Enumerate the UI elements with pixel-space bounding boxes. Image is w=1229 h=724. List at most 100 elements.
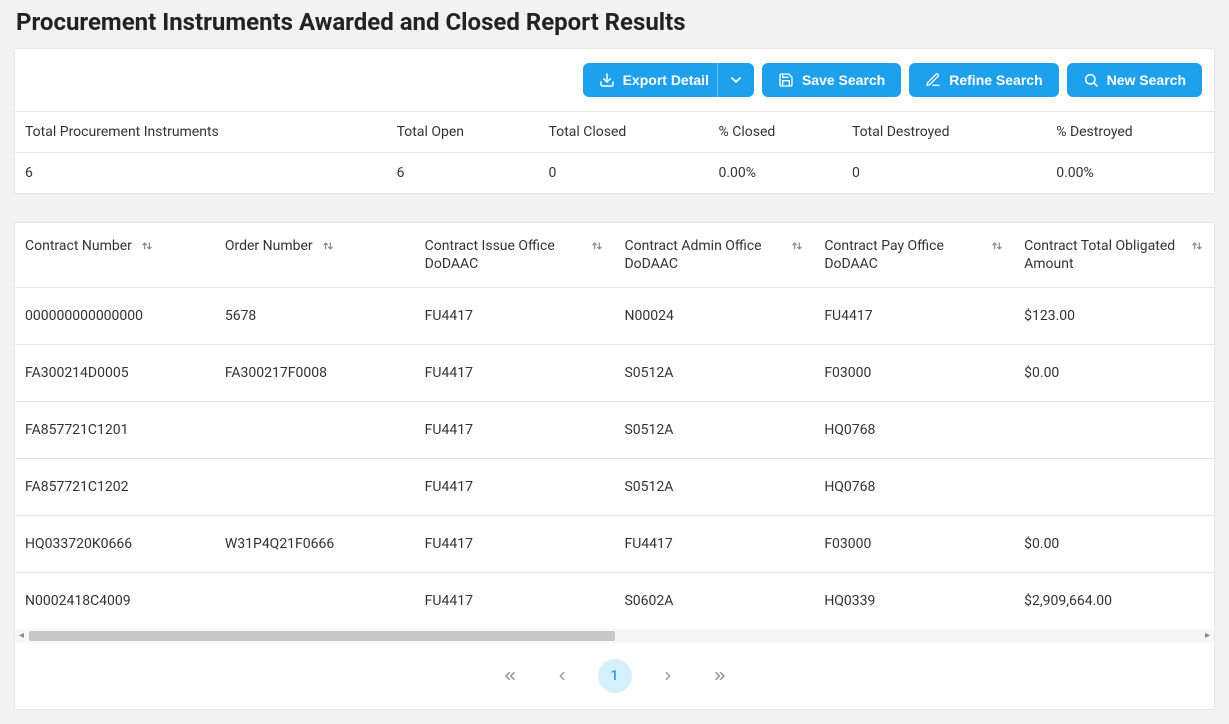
summary-value-total-destroyed: 0	[842, 153, 1046, 194]
table-row[interactable]: FA857721C1201 FU4417S0512AHQ0768	[15, 402, 1214, 459]
page-prev-button[interactable]	[546, 660, 578, 692]
page-title: Procurement Instruments Awarded and Clos…	[14, 8, 1215, 36]
cell-issue-office: FU4417	[415, 345, 615, 402]
summary-header-pct-destroyed: % Destroyed	[1046, 112, 1214, 153]
col-header-admin-office[interactable]: Contract Admin Office DoDAAC	[614, 223, 814, 288]
scroll-left-icon: ◂	[19, 631, 27, 641]
new-search-label: New Search	[1107, 72, 1186, 88]
cell-pay-office: F03000	[814, 516, 1014, 573]
save-search-label: Save Search	[802, 72, 885, 88]
col-header-order-number[interactable]: Order Number	[215, 223, 415, 288]
col-header-contract-number[interactable]: Contract Number	[15, 223, 215, 288]
cell-issue-office: FU4417	[415, 516, 615, 573]
col-header-order-number-label: Order Number	[225, 237, 313, 255]
cell-order-number	[215, 402, 415, 459]
summary-value-pct-destroyed: 0.00%	[1046, 153, 1214, 194]
cell-total-obligated	[1014, 459, 1214, 516]
cell-contract-number: FA857721C1202	[15, 459, 215, 516]
cell-order-number	[215, 459, 415, 516]
summary-header-total-instruments: Total Procurement Instruments	[15, 112, 387, 153]
sort-icon	[790, 239, 804, 253]
col-header-contract-number-label: Contract Number	[25, 237, 132, 255]
new-search-button[interactable]: New Search	[1067, 63, 1202, 97]
cell-pay-office: FU4417	[814, 288, 1014, 345]
horizontal-scrollbar[interactable]: ◂ ▸	[15, 629, 1214, 643]
summary-header-pct-closed: % Closed	[709, 112, 842, 153]
summary-header-total-closed: Total Closed	[539, 112, 709, 153]
summary-value-pct-closed: 0.00%	[709, 153, 842, 194]
cell-issue-office: FU4417	[415, 402, 615, 459]
cell-issue-office: FU4417	[415, 459, 615, 516]
cell-total-obligated	[1014, 402, 1214, 459]
cell-pay-office: HQ0339	[814, 573, 1014, 630]
cell-admin-office: S0602A	[614, 573, 814, 630]
cell-order-number: FA300217F0008	[215, 345, 415, 402]
cell-total-obligated: $2,909,664.00	[1014, 573, 1214, 630]
col-header-total-obligated[interactable]: Contract Total Obligated Amount	[1014, 223, 1214, 288]
summary-row: 6 6 0 0.00% 0 0.00%	[15, 153, 1214, 194]
cell-issue-office: FU4417	[415, 288, 615, 345]
refine-search-button[interactable]: Refine Search	[909, 63, 1058, 97]
table-row[interactable]: 0000000000000005678FU4417N00024FU4417$12…	[15, 288, 1214, 345]
sort-icon	[1190, 239, 1204, 253]
col-header-admin-office-label: Contract Admin Office DoDAAC	[624, 237, 782, 273]
download-icon	[599, 72, 615, 88]
save-icon	[778, 72, 794, 88]
col-header-pay-office[interactable]: Contract Pay Office DoDAAC	[814, 223, 1014, 288]
page-last-button[interactable]	[704, 660, 736, 692]
col-header-issue-office[interactable]: Contract Issue Office DoDAAC	[415, 223, 615, 288]
cell-pay-office: F03000	[814, 345, 1014, 402]
cell-admin-office: N00024	[614, 288, 814, 345]
sort-icon	[140, 239, 154, 253]
scrollbar-thumb[interactable]	[29, 631, 615, 641]
refine-search-label: Refine Search	[949, 72, 1042, 88]
cell-pay-office: HQ0768	[814, 402, 1014, 459]
cell-contract-number: 000000000000000	[15, 288, 215, 345]
cell-admin-office: FU4417	[614, 516, 814, 573]
save-search-button[interactable]: Save Search	[762, 63, 901, 97]
export-detail-label: Export Detail	[623, 72, 709, 88]
chevron-down-icon	[728, 72, 744, 88]
cell-order-number: 5678	[215, 288, 415, 345]
col-header-issue-office-label: Contract Issue Office DoDAAC	[425, 237, 583, 273]
results-table: Contract Number Order Number	[15, 223, 1214, 629]
cell-contract-number: FA300214D0005	[15, 345, 215, 402]
page-next-button[interactable]	[652, 660, 684, 692]
page-current[interactable]: 1	[598, 659, 632, 693]
table-row[interactable]: FA857721C1202 FU4417S0512AHQ0768	[15, 459, 1214, 516]
cell-total-obligated: $123.00	[1014, 288, 1214, 345]
table-row[interactable]: N0002418C4009FU4417S0602AHQ0339$2,909,66…	[15, 573, 1214, 630]
cell-admin-office: S0512A	[614, 459, 814, 516]
cell-pay-office: HQ0768	[814, 459, 1014, 516]
export-detail-dropdown-button[interactable]	[717, 63, 754, 97]
col-header-total-obligated-label: Contract Total Obligated Amount	[1024, 237, 1182, 273]
summary-value-total-open: 6	[387, 153, 539, 194]
export-detail-button[interactable]: Export Detail	[583, 63, 725, 97]
cell-order-number	[215, 573, 415, 630]
sort-icon	[321, 239, 335, 253]
toolbar: Export Detail	[15, 49, 1214, 111]
cell-admin-office: S0512A	[614, 345, 814, 402]
summary-header-total-destroyed: Total Destroyed	[842, 112, 1046, 153]
search-icon	[1083, 72, 1099, 88]
summary-value-total-closed: 0	[539, 153, 709, 194]
scroll-right-icon: ▸	[1202, 631, 1210, 641]
cell-total-obligated: $0.00	[1014, 345, 1214, 402]
refine-icon	[925, 72, 941, 88]
cell-admin-office: S0512A	[614, 402, 814, 459]
table-row[interactable]: FA300214D0005FA300217F0008FU4417S0512AF0…	[15, 345, 1214, 402]
sort-icon	[990, 239, 1004, 253]
pagination: 1	[15, 643, 1214, 709]
cell-contract-number: FA857721C1201	[15, 402, 215, 459]
col-header-pay-office-label: Contract Pay Office DoDAAC	[824, 237, 982, 273]
cell-issue-office: FU4417	[415, 573, 615, 630]
cell-contract-number: HQ033720K0666	[15, 516, 215, 573]
table-row[interactable]: HQ033720K0666W31P4Q21F0666FU4417FU4417F0…	[15, 516, 1214, 573]
summary-table: Total Procurement Instruments Total Open…	[15, 111, 1214, 193]
cell-order-number: W31P4Q21F0666	[215, 516, 415, 573]
summary-header-total-open: Total Open	[387, 112, 539, 153]
export-detail-group: Export Detail	[583, 63, 754, 97]
page-first-button[interactable]	[494, 660, 526, 692]
main-table-panel: Contract Number Order Number	[14, 222, 1215, 710]
summary-value-total-instruments: 6	[15, 153, 387, 194]
